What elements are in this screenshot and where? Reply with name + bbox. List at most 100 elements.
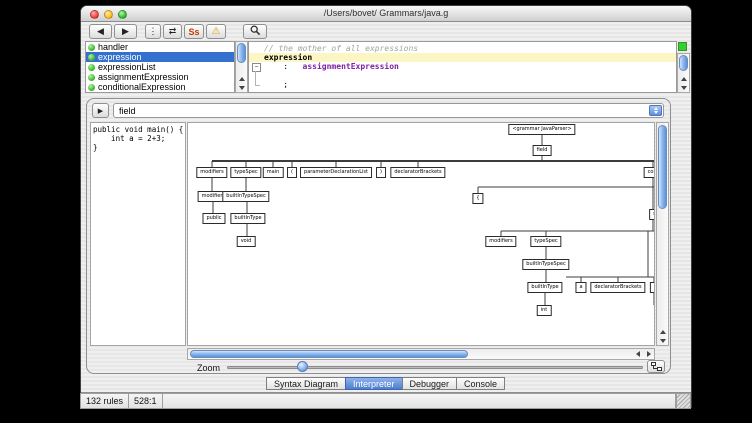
rule-status-icon — [88, 74, 95, 81]
tree-node[interactable]: builtInType — [230, 213, 265, 224]
tab-interpreter[interactable]: Interpreter — [345, 377, 403, 390]
tree-node[interactable]: { — [472, 193, 483, 204]
scroll-down-arrow[interactable] — [657, 336, 668, 345]
scroll-up-arrow[interactable] — [678, 74, 689, 83]
editor-line: // the mother of all expressions — [249, 44, 676, 53]
search-icon — [250, 25, 261, 38]
sort-arrows-icon: ⇄ — [169, 26, 177, 37]
tree-node[interactable]: ( — [287, 167, 297, 178]
list-icon: ⋮ — [149, 26, 158, 37]
parse-tree-view[interactable]: <grammar JavaParser>fieldmodifierstypeSp… — [187, 122, 655, 346]
scroll-up-arrow[interactable] — [236, 74, 247, 83]
warnings-button[interactable]: ⚠ — [206, 24, 226, 39]
tree-node[interactable]: field — [533, 145, 552, 156]
start-rule-combobox[interactable]: field — [113, 103, 664, 118]
tree-node[interactable]: typeSpec — [230, 167, 261, 178]
combobox-arrows-icon[interactable] — [649, 105, 662, 116]
toolbar: ◀ ▶ ⋮ ⇄ Ss ⚠ — [81, 22, 691, 41]
grammar-editor[interactable]: // the mother of all expressionsexpressi… — [248, 41, 677, 93]
back-button[interactable]: ◀ — [89, 24, 112, 39]
fold-toggle-icon[interactable] — [249, 62, 262, 71]
tab-syntax-diagram[interactable]: Syntax Diagram — [266, 377, 346, 390]
title-bar[interactable]: /Users/bovet/ Grammars/java.g — [81, 6, 691, 22]
tree-node[interactable]: ) — [376, 167, 386, 178]
warning-icon: ⚠ — [212, 26, 221, 37]
rule-status-icon — [88, 84, 95, 91]
tree-node[interactable]: typeSpec — [530, 236, 561, 247]
rule-label: handler — [98, 42, 128, 52]
rule-count-cell: 132 rules — [80, 393, 129, 409]
tree-vscroll-arrows — [657, 327, 668, 345]
rule-label: conditionalExpression — [98, 82, 186, 92]
rule-label: assignmentExpression — [98, 72, 189, 82]
tree-node[interactable]: void — [237, 236, 256, 247]
tree-node[interactable]: builtInTypeSpec — [522, 259, 569, 270]
tree-node[interactable]: parameterDeclarationList — [300, 167, 372, 178]
scroll-left-arrow[interactable] — [632, 349, 643, 359]
editor-line-text: // the mother of all expressions — [262, 44, 418, 53]
tree-horizontal-scrollbar[interactable] — [187, 348, 655, 360]
rule-list-toggle-button[interactable]: ⋮ — [145, 24, 161, 39]
editor-scrollbar-thumb[interactable] — [679, 55, 688, 71]
rule-status-icon — [88, 54, 95, 61]
rule-label: expression — [98, 52, 142, 62]
zoom-label: Zoom — [197, 363, 220, 373]
play-icon: ▶ — [98, 107, 103, 115]
rule-list-item[interactable]: handler — [86, 42, 234, 52]
tree-node[interactable]: declaratorBrackets — [590, 282, 645, 293]
tree-node[interactable]: public — [202, 213, 225, 224]
editor-scrollbar[interactable] — [677, 53, 690, 93]
find-button[interactable] — [243, 24, 267, 39]
tree-node[interactable]: declaratorBrackets — [390, 167, 445, 178]
run-interpreter-button[interactable]: ▶ — [92, 103, 109, 118]
tree-node[interactable]: compoundStatement — [644, 167, 655, 178]
editor-line: : assignmentExpression — [249, 62, 676, 71]
tab-console[interactable]: Console — [456, 377, 505, 390]
scroll-down-arrow[interactable] — [678, 83, 689, 92]
tree-node[interactable]: a — [575, 282, 586, 293]
tree-node[interactable]: modifiers — [196, 167, 227, 178]
export-tree-button[interactable] — [647, 360, 665, 373]
scroll-down-arrow[interactable] — [236, 83, 247, 92]
tree-node[interactable]: modifiers — [485, 236, 516, 247]
sort-rules-button[interactable]: ⇄ — [163, 24, 182, 39]
rule-list-scrollbar-thumb[interactable] — [237, 43, 246, 63]
tree-hscroll-thumb[interactable] — [190, 350, 468, 358]
scroll-up-arrow[interactable] — [657, 327, 668, 336]
tree-node[interactable]: <grammar JavaParser> — [508, 124, 575, 135]
editor-line — [249, 71, 676, 80]
fold-gutter — [249, 80, 262, 89]
rule-list-scrollbar-arrows — [236, 74, 247, 92]
status-message-cell — [162, 393, 676, 409]
window-title: /Users/bovet/ Grammars/java.g — [81, 8, 691, 18]
rule-list-item[interactable]: expressionList — [86, 62, 234, 72]
rule-list-scrollbar[interactable] — [235, 41, 248, 93]
zoom-slider[interactable] — [227, 361, 643, 373]
editor-line-text: ; — [262, 80, 288, 89]
tree-node[interactable]: main — [263, 167, 284, 178]
input-code[interactable]: public void main() { int a = 2+3; } — [90, 122, 186, 346]
resize-grip[interactable] — [676, 393, 691, 409]
rule-status-icon — [88, 44, 95, 51]
status-bar: 132 rules 528:1 — [81, 392, 691, 409]
back-icon: ◀ — [97, 26, 104, 37]
zoom-slider-track[interactable] — [227, 366, 643, 369]
rule-list[interactable]: handlerexpressionexpressionListassignmen… — [85, 41, 235, 93]
rule-list-item[interactable]: conditionalExpression — [86, 82, 234, 92]
forward-button[interactable]: ▶ — [114, 24, 137, 39]
tree-node[interactable]: int — [537, 305, 552, 316]
tree-node[interactable]: = — [650, 282, 655, 293]
editor-line: ; — [249, 80, 676, 89]
rule-list-item[interactable]: assignmentExpression — [86, 72, 234, 82]
editor-line-text: : assignmentExpression — [262, 62, 399, 71]
tab-debugger[interactable]: Debugger — [402, 377, 458, 390]
forward-icon: ▶ — [122, 26, 129, 37]
tree-node[interactable]: builtInTypeSpec — [222, 191, 269, 202]
rule-list-item[interactable]: expression — [86, 52, 234, 62]
tree-vscroll-thumb[interactable] — [658, 125, 667, 209]
tree-node[interactable]: builtInType — [527, 282, 562, 293]
tree-vertical-scrollbar[interactable] — [656, 122, 669, 346]
match-case-button[interactable]: Ss — [184, 24, 204, 39]
zoom-slider-thumb[interactable] — [297, 361, 308, 372]
tree-node[interactable]: statement — [649, 209, 655, 220]
